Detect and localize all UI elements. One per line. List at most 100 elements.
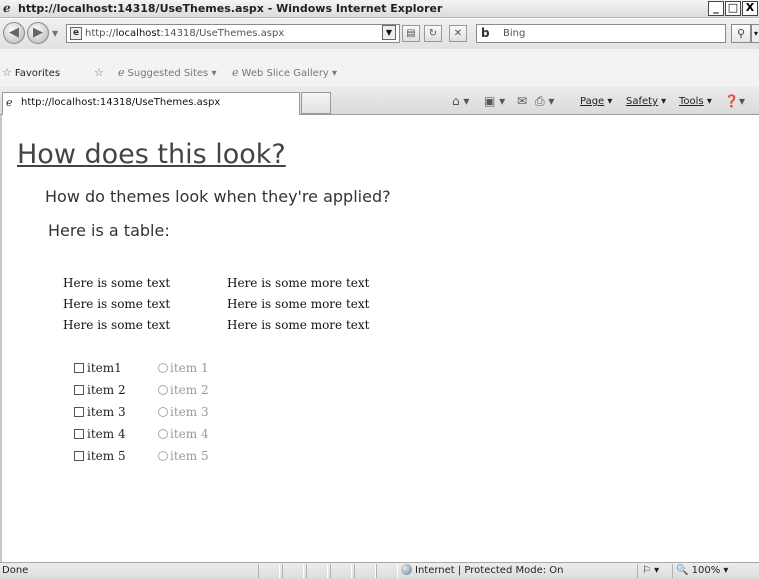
checkbox-item[interactable]: item 4 [74,427,126,449]
page-title: How does this look? [17,139,286,170]
safety-menu-label: Safety [626,96,658,107]
compatibility-view-icon[interactable]: ▤ [402,25,420,42]
radio-item[interactable]: item 3 [158,405,209,427]
help-icon[interactable]: ❓▾ [724,94,745,108]
window-controls: _ □ X [707,1,758,16]
radio-item[interactable]: item 1 [158,361,209,383]
checkbox-item[interactable]: item 2 [74,383,126,405]
radio-label: item 3 [170,405,209,419]
checkbox-list: item1 item 2 item 3 item 4 item 5 [74,361,126,471]
zoom-level: 100% [691,565,721,576]
ie-logo-icon: ℯ [3,1,11,15]
page-menu[interactable]: Page ▾ [580,96,612,107]
checkbox-label: item 4 [87,427,126,441]
radio-list: item 1 item 2 item 3 item 4 item 5 [158,361,209,471]
mail-icon[interactable]: ✉ [517,94,527,108]
add-favorites-icon[interactable]: ☆ [94,66,107,79]
feeds-icon[interactable]: ▣ ▾ [484,94,505,108]
checkbox[interactable] [74,451,84,461]
radio-button[interactable] [158,429,168,439]
status-segment [306,564,328,578]
checkbox[interactable] [74,429,84,439]
radio-label: item 5 [170,449,209,463]
radio-item[interactable]: item 2 [158,383,209,405]
table-row: Here is some text Here is some more text [60,293,372,314]
themed-table: Here is some text Here is some more text… [60,272,372,335]
status-segment [354,564,376,578]
radio-item[interactable]: item 5 [158,449,209,471]
search-placeholder: Bing [503,28,526,39]
checkbox-item[interactable]: item 5 [74,449,126,471]
tab-label: http://localhost:14318/UseThemes.aspx [21,97,221,108]
status-segment [330,564,352,578]
home-icon[interactable]: ⌂ ▾ [452,94,469,108]
web-slice-gallery-label: Web Slice Gallery ▾ [241,68,338,79]
checkbox-item[interactable]: item 3 [74,405,126,427]
radio-button[interactable] [158,385,168,395]
close-button[interactable]: X [742,1,758,16]
bing-logo-icon: b [481,26,490,40]
address-dropdown-button[interactable]: ▼ [382,25,396,40]
address-input[interactable]: e http://localhost:14318/UseThemes.aspx [66,24,400,43]
suggested-sites-link[interactable]: ℯ Suggested Sites ▾ [118,66,216,79]
tab-usethemes[interactable]: ℯ http://localhost:14318/UseThemes.aspx [2,92,300,115]
new-tab-button[interactable] [301,92,331,114]
web-slice-gallery-link[interactable]: ℯ Web Slice Gallery ▾ [232,66,337,79]
zoom-control[interactable]: 🔍 100% ▾ [676,565,728,576]
globe-icon [401,564,412,575]
table-cell: Here is some more text [227,275,370,290]
status-divider [672,564,673,578]
page-subtitle: How do themes look when they're applied? [45,187,391,206]
safety-menu[interactable]: Safety ▾ [626,96,666,107]
search-input[interactable]: b Bing [476,24,726,43]
refresh-icon[interactable]: ↻ [424,25,442,42]
radio-button[interactable] [158,407,168,417]
page-icon: e [70,27,82,40]
ie-page-icon: ℯ [6,96,13,109]
checkbox[interactable] [74,407,84,417]
checkbox[interactable] [74,385,84,395]
table-cell: Here is some text [63,317,171,332]
maximize-button[interactable]: □ [725,1,741,16]
favorites-button[interactable]: ☆ Favorites [2,66,60,79]
page-content [2,116,759,563]
checkbox-label: item 5 [87,449,126,463]
magnifier-icon: ⚲ [736,27,746,40]
radio-button[interactable] [158,451,168,461]
radio-label: item 4 [170,427,209,441]
checkbox-label: item 3 [87,405,126,419]
address-toolbar: ◀ ▶ ▼ e http://localhost:14318/UseThemes.… [0,19,759,49]
zone-label: Internet | Protected Mode: On [415,565,564,576]
tools-menu[interactable]: Tools ▾ [679,96,712,107]
table-cell: Here is some text [63,275,171,290]
url-path: :14318/UseThemes.aspx [160,28,285,39]
search-options-button[interactable]: ▾ [751,24,759,43]
print-icon[interactable]: ⎙ ▾ [535,94,554,109]
search-button[interactable]: ⚲ [731,24,751,43]
checkbox-label: item1 [87,361,122,375]
forward-button[interactable]: ▶ [27,22,49,44]
stop-icon[interactable]: ✕ [449,25,467,42]
status-bar: Done Internet | Protected Mode: On ⚐ ▾ 🔍… [0,562,759,579]
page-menu-label: Page [580,96,605,107]
recent-pages-dropdown-icon[interactable]: ▼ [52,29,58,38]
table-row: Here is some text Here is some more text [60,272,372,293]
minimize-button[interactable]: _ [708,1,724,16]
back-button[interactable]: ◀ [3,22,25,44]
protected-mode-icon[interactable]: ⚐ ▾ [642,565,659,576]
checkbox-item[interactable]: item1 [74,361,126,383]
url-prefix: http:// [85,28,116,39]
security-zone[interactable]: Internet | Protected Mode: On [401,564,563,576]
table-cell: Here is some more text [227,296,370,311]
suggested-sites-label: Suggested Sites ▾ [127,68,217,79]
radio-label: item 1 [170,361,209,375]
favorites-label: Favorites [14,68,61,79]
url-host: localhost [115,28,161,39]
status-segment [258,564,280,578]
table-row: Here is some text Here is some more text [60,314,372,335]
radio-item[interactable]: item 4 [158,427,209,449]
radio-button[interactable] [158,363,168,373]
status-segment [376,564,398,578]
toolbar-spacer [0,49,759,64]
checkbox[interactable] [74,363,84,373]
